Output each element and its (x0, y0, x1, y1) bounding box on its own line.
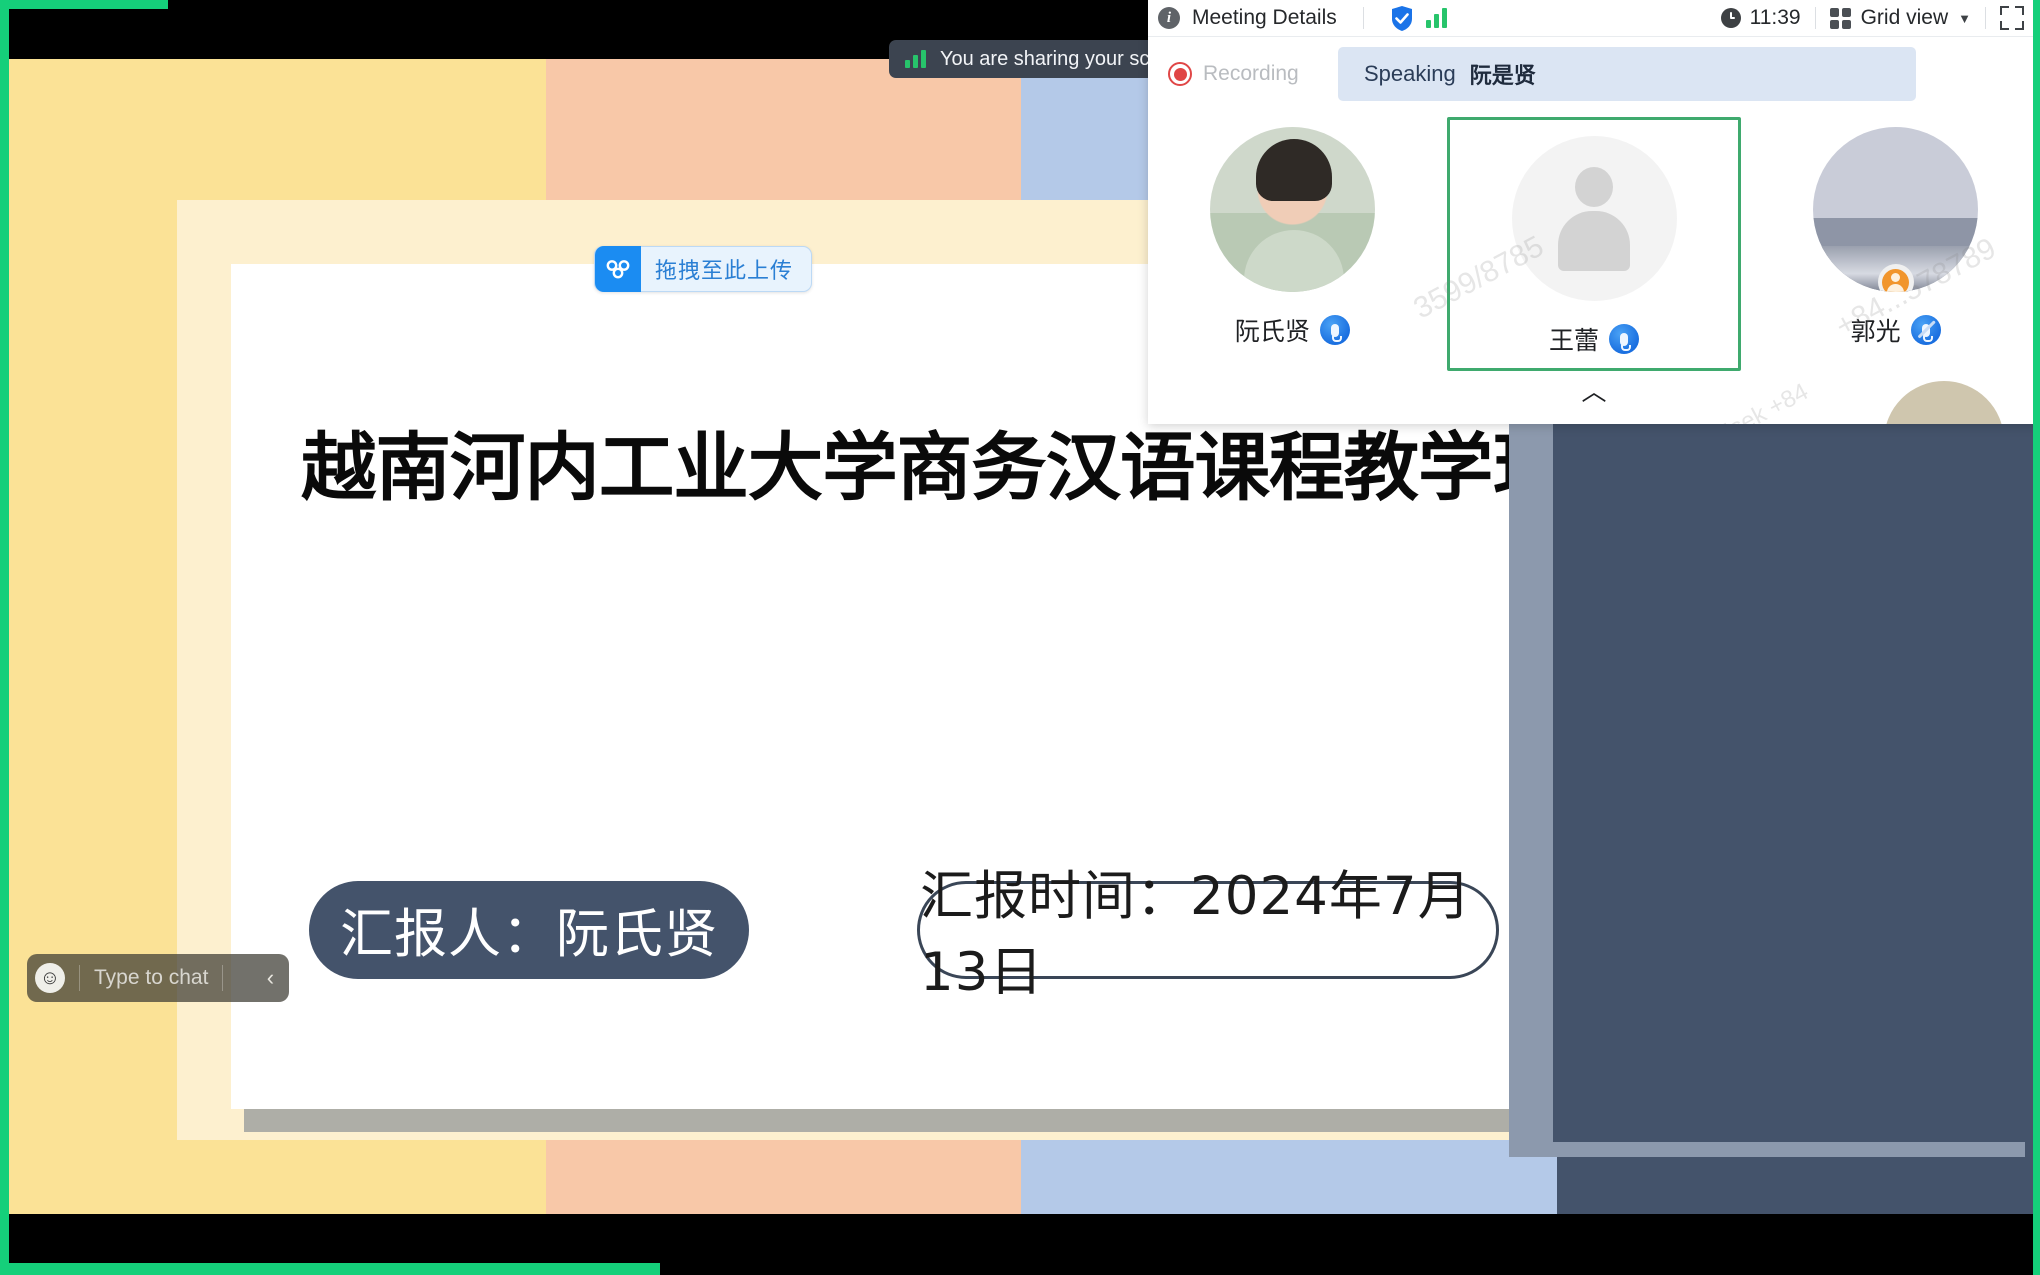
chevron-down-icon[interactable]: ▼ (1958, 11, 1971, 26)
record-dot-icon (1168, 62, 1192, 86)
meeting-toolbar-right: 11:39 Grid view ▼ (1720, 6, 2024, 30)
presenter-pill: 汇报人：阮氏贤 (309, 881, 749, 979)
speaking-name: 阮是贤 (1469, 64, 1536, 89)
participant-name: 郭光 (1850, 317, 1901, 346)
participant-tile-2[interactable]: 郭光 (1751, 111, 2040, 424)
mic-on-icon[interactable] (1319, 315, 1350, 345)
drag-to-upload-label: 拖拽至此上传 (655, 259, 794, 284)
toolbar-divider-1 (1362, 7, 1364, 29)
screen-share-border-left (0, 0, 9, 1275)
shield-check-icon (1391, 5, 1412, 31)
avatar (1209, 127, 1375, 292)
grid-icon[interactable] (1829, 7, 1851, 29)
screen: 越南河内工业大学商务汉语课程教学现状与建议 汇报人：阮氏贤 汇报时间：2024年… (0, 0, 2040, 1275)
avatar (1511, 136, 1677, 301)
participant-tile-1[interactable]: 王蕾 (1446, 117, 1742, 371)
chat-divider (79, 965, 80, 991)
mic-off-icon[interactable] (1910, 315, 1941, 345)
grid-view-label[interactable]: Grid view (1861, 6, 1949, 30)
clock-icon (1720, 8, 1741, 28)
speaking-label: Speaking (1364, 61, 1456, 86)
person-placeholder-icon (1548, 166, 1640, 271)
participant-name: 王蕾 (1549, 326, 1600, 355)
slide-foreground-block (1553, 397, 2040, 1142)
chevron-up-icon[interactable]: ︿ (1581, 380, 1606, 405)
screen-share-border-bottom (0, 1263, 660, 1275)
participant-name-row: 郭光 (1851, 312, 1941, 348)
chevron-left-icon[interactable]: ‹ (257, 958, 283, 998)
participant-tile-0[interactable]: 阮氏贤 (1148, 111, 1437, 411)
partial-avatar-next-row (1884, 381, 2005, 424)
info-icon[interactable]: i (1158, 7, 1180, 29)
meeting-toolbar: i Meeting Details 11:39 Grid view ▼ (1148, 0, 2040, 37)
drag-to-upload-chip[interactable]: 拖拽至此上传 (594, 246, 813, 292)
smiley-icon[interactable]: ☺ (35, 963, 65, 993)
toolbar-divider-2 (1814, 7, 1816, 29)
meeting-panel: i Meeting Details 11:39 Grid view ▼ Reco… (1148, 0, 2040, 424)
host-badge-icon (1877, 264, 1914, 292)
participant-name-row: 王蕾 (1549, 321, 1640, 357)
baidu-netdisk-icon (595, 246, 641, 292)
signal-bars-icon (905, 50, 926, 68)
chat-bar[interactable]: ☺ Type to chat ‹ (27, 954, 290, 1002)
screen-share-border-top (0, 0, 168, 9)
meeting-toolbar-left: i Meeting Details (1158, 5, 1447, 32)
chat-input[interactable]: Type to chat (94, 966, 208, 990)
participant-grid: 阮氏贤 王蕾 郭光 ︿ 3599/8785 +84...578789 Msek … (1148, 111, 2040, 424)
fullscreen-icon[interactable] (2000, 6, 2024, 30)
chat-divider-2 (222, 965, 224, 991)
meeting-details-label[interactable]: Meeting Details (1192, 6, 1337, 30)
meeting-time: 11:39 (1749, 6, 1801, 29)
active-speaker-bar: Speaking 阮是贤 (1338, 47, 1916, 101)
toolbar-divider-3 (1985, 7, 1986, 29)
recording-label: Recording (1203, 62, 1299, 85)
meeting-status-row: Recording Speaking 阮是贤 (1148, 37, 2040, 111)
participant-name-row: 阮氏贤 (1235, 312, 1350, 348)
mic-on-icon[interactable] (1609, 324, 1640, 354)
avatar (1813, 127, 1979, 292)
date-pill: 汇报时间：2024年7月13日 (917, 866, 1499, 1003)
participant-name: 阮氏贤 (1234, 317, 1310, 346)
recording-indicator: Recording (1168, 62, 1328, 86)
signal-bars-icon (1425, 8, 1447, 28)
